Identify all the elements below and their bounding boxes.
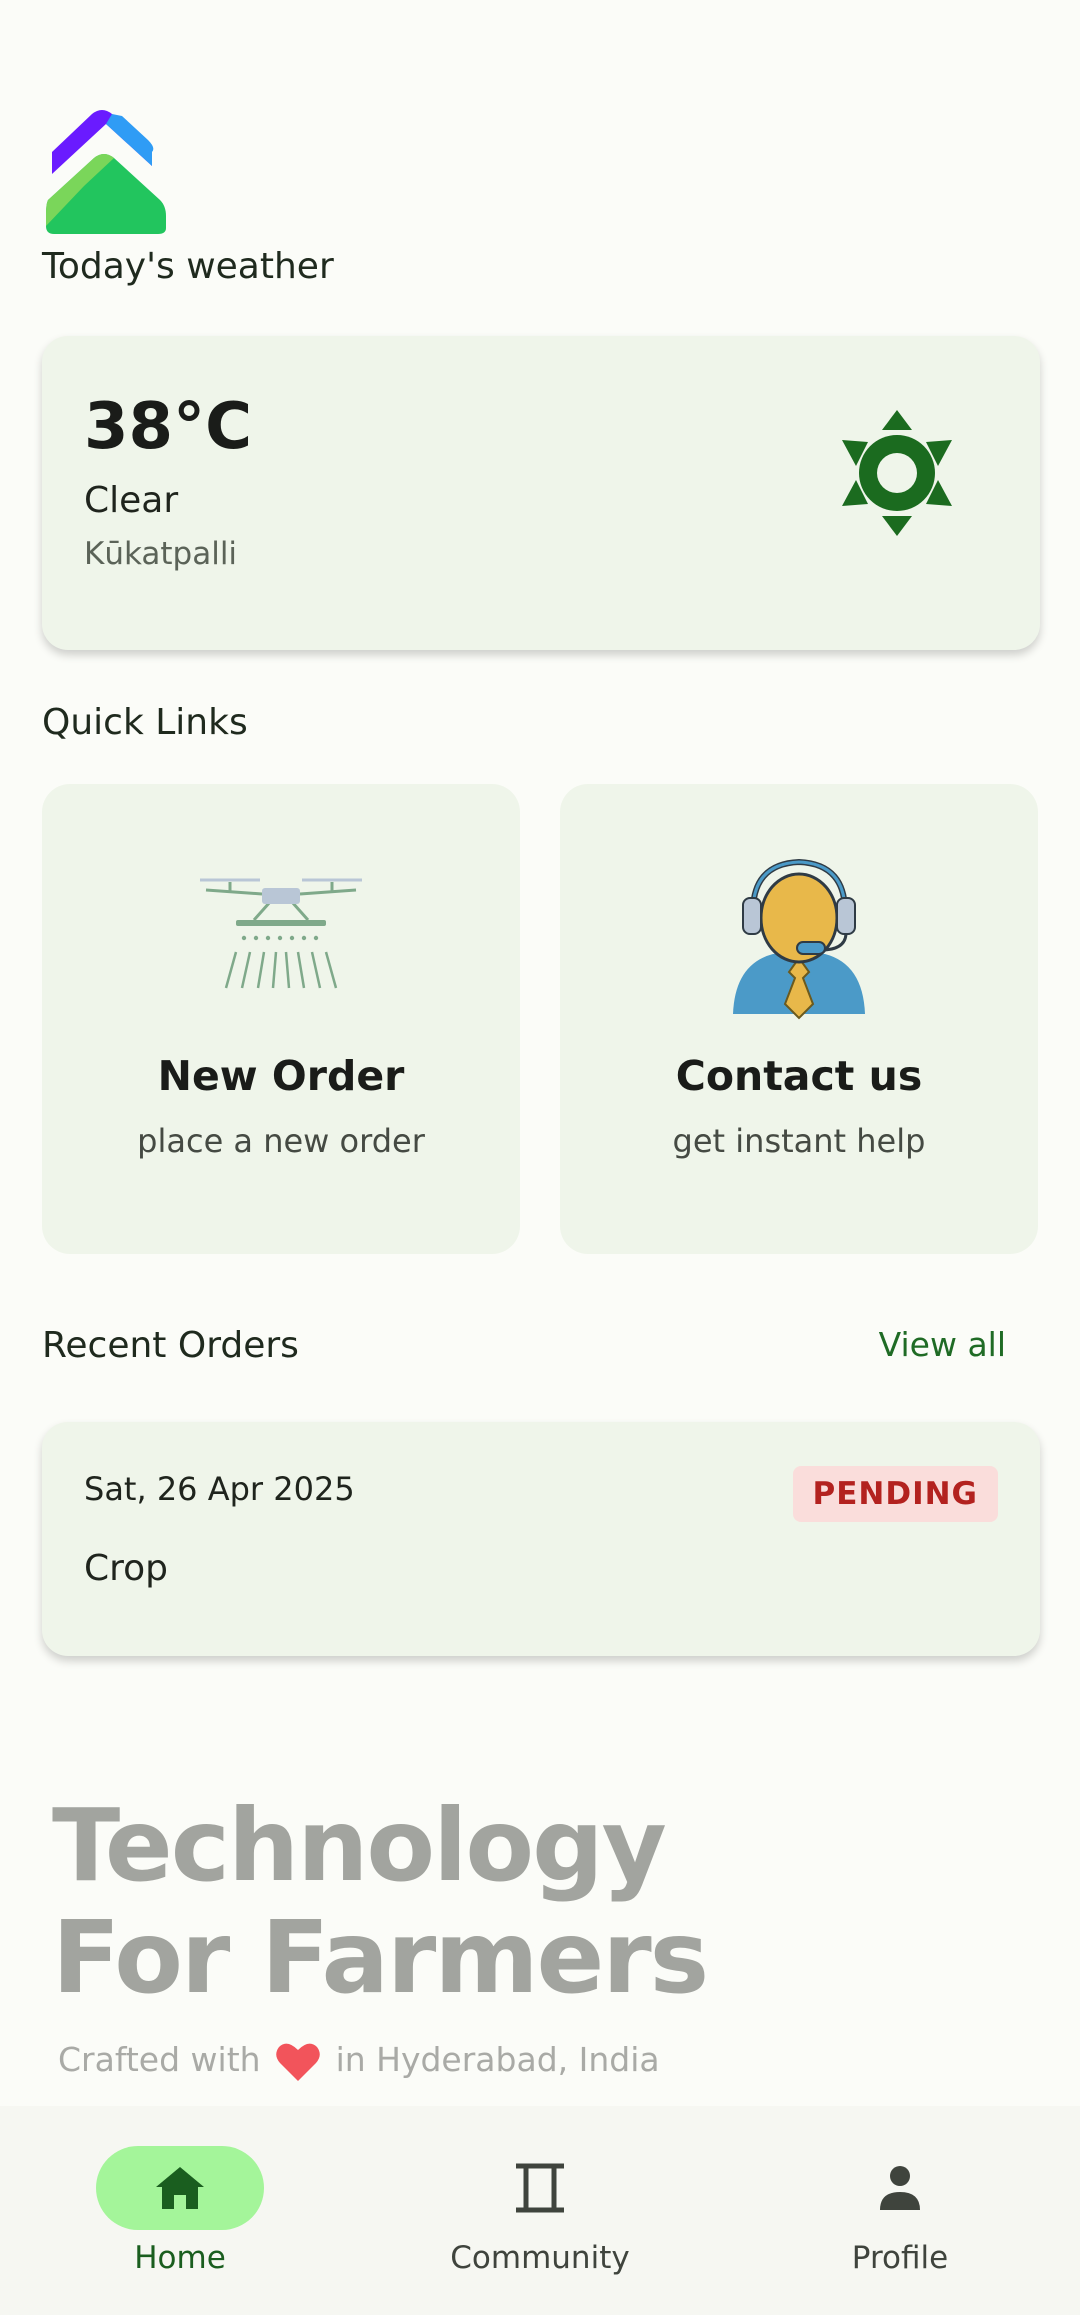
sun-icon: [842, 410, 952, 536]
crafted-suffix: in Hyderabad, India: [335, 2040, 660, 2079]
nav-item-community[interactable]: Community: [420, 2146, 660, 2276]
status-badge: PENDING: [792, 1466, 998, 1522]
drone-sprayer-icon: [200, 878, 362, 989]
app-logo-icon: [46, 110, 166, 234]
nav-pill: [816, 2146, 984, 2230]
tagline: Technology For Farmers: [52, 1787, 709, 2016]
nav-label-home: Home: [134, 2240, 226, 2276]
contact-us-subtitle: get instant help: [672, 1122, 926, 1160]
nav-item-profile[interactable]: Profile: [780, 2146, 1020, 2276]
weather-condition: Clear: [84, 480, 179, 521]
bottom-navigation: Home Community Profile: [0, 2106, 1080, 2315]
support-agent-icon: [733, 858, 865, 1020]
view-all-link[interactable]: View all: [879, 1325, 1006, 1364]
nav-active-indicator: [96, 2146, 264, 2230]
tagline-line-1: Technology: [52, 1787, 667, 1904]
nav-label-community: Community: [450, 2240, 630, 2276]
quick-links-title: Quick Links: [42, 702, 248, 743]
temperature: 38°C: [84, 390, 253, 464]
heart-icon: [276, 2043, 320, 2081]
new-order-title: New Order: [157, 1052, 405, 1100]
order-name: Crop: [84, 1548, 169, 1589]
nav-label-profile: Profile: [851, 2240, 949, 2276]
weather-heading: Today's weather: [42, 246, 334, 287]
crafted-text: Crafted with in Hyderabad, India: [58, 2040, 660, 2083]
new-order-subtitle: place a new order: [137, 1122, 425, 1160]
home-icon: [156, 2167, 204, 2209]
order-card[interactable]: Sat, 26 Apr 2025 Crop PENDING: [42, 1422, 1040, 1656]
new-order-card[interactable]: New Order place a new order: [42, 784, 520, 1254]
nav-pill: [456, 2146, 624, 2230]
crafted-prefix: Crafted with: [58, 2040, 261, 2079]
contact-us-card[interactable]: Contact us get instant help: [560, 784, 1038, 1254]
contact-us-title: Contact us: [675, 1052, 923, 1100]
community-icon: [516, 2163, 564, 2213]
weather-location: Kūkatpalli: [84, 536, 238, 572]
person-icon: [880, 2166, 920, 2210]
tagline-line-2: For Farmers: [52, 1899, 709, 2016]
weather-card[interactable]: 38°C Clear Kūkatpalli: [42, 336, 1040, 650]
recent-orders-title: Recent Orders: [42, 1325, 299, 1366]
nav-item-home[interactable]: Home: [60, 2146, 300, 2276]
order-date: Sat, 26 Apr 2025: [84, 1470, 355, 1508]
